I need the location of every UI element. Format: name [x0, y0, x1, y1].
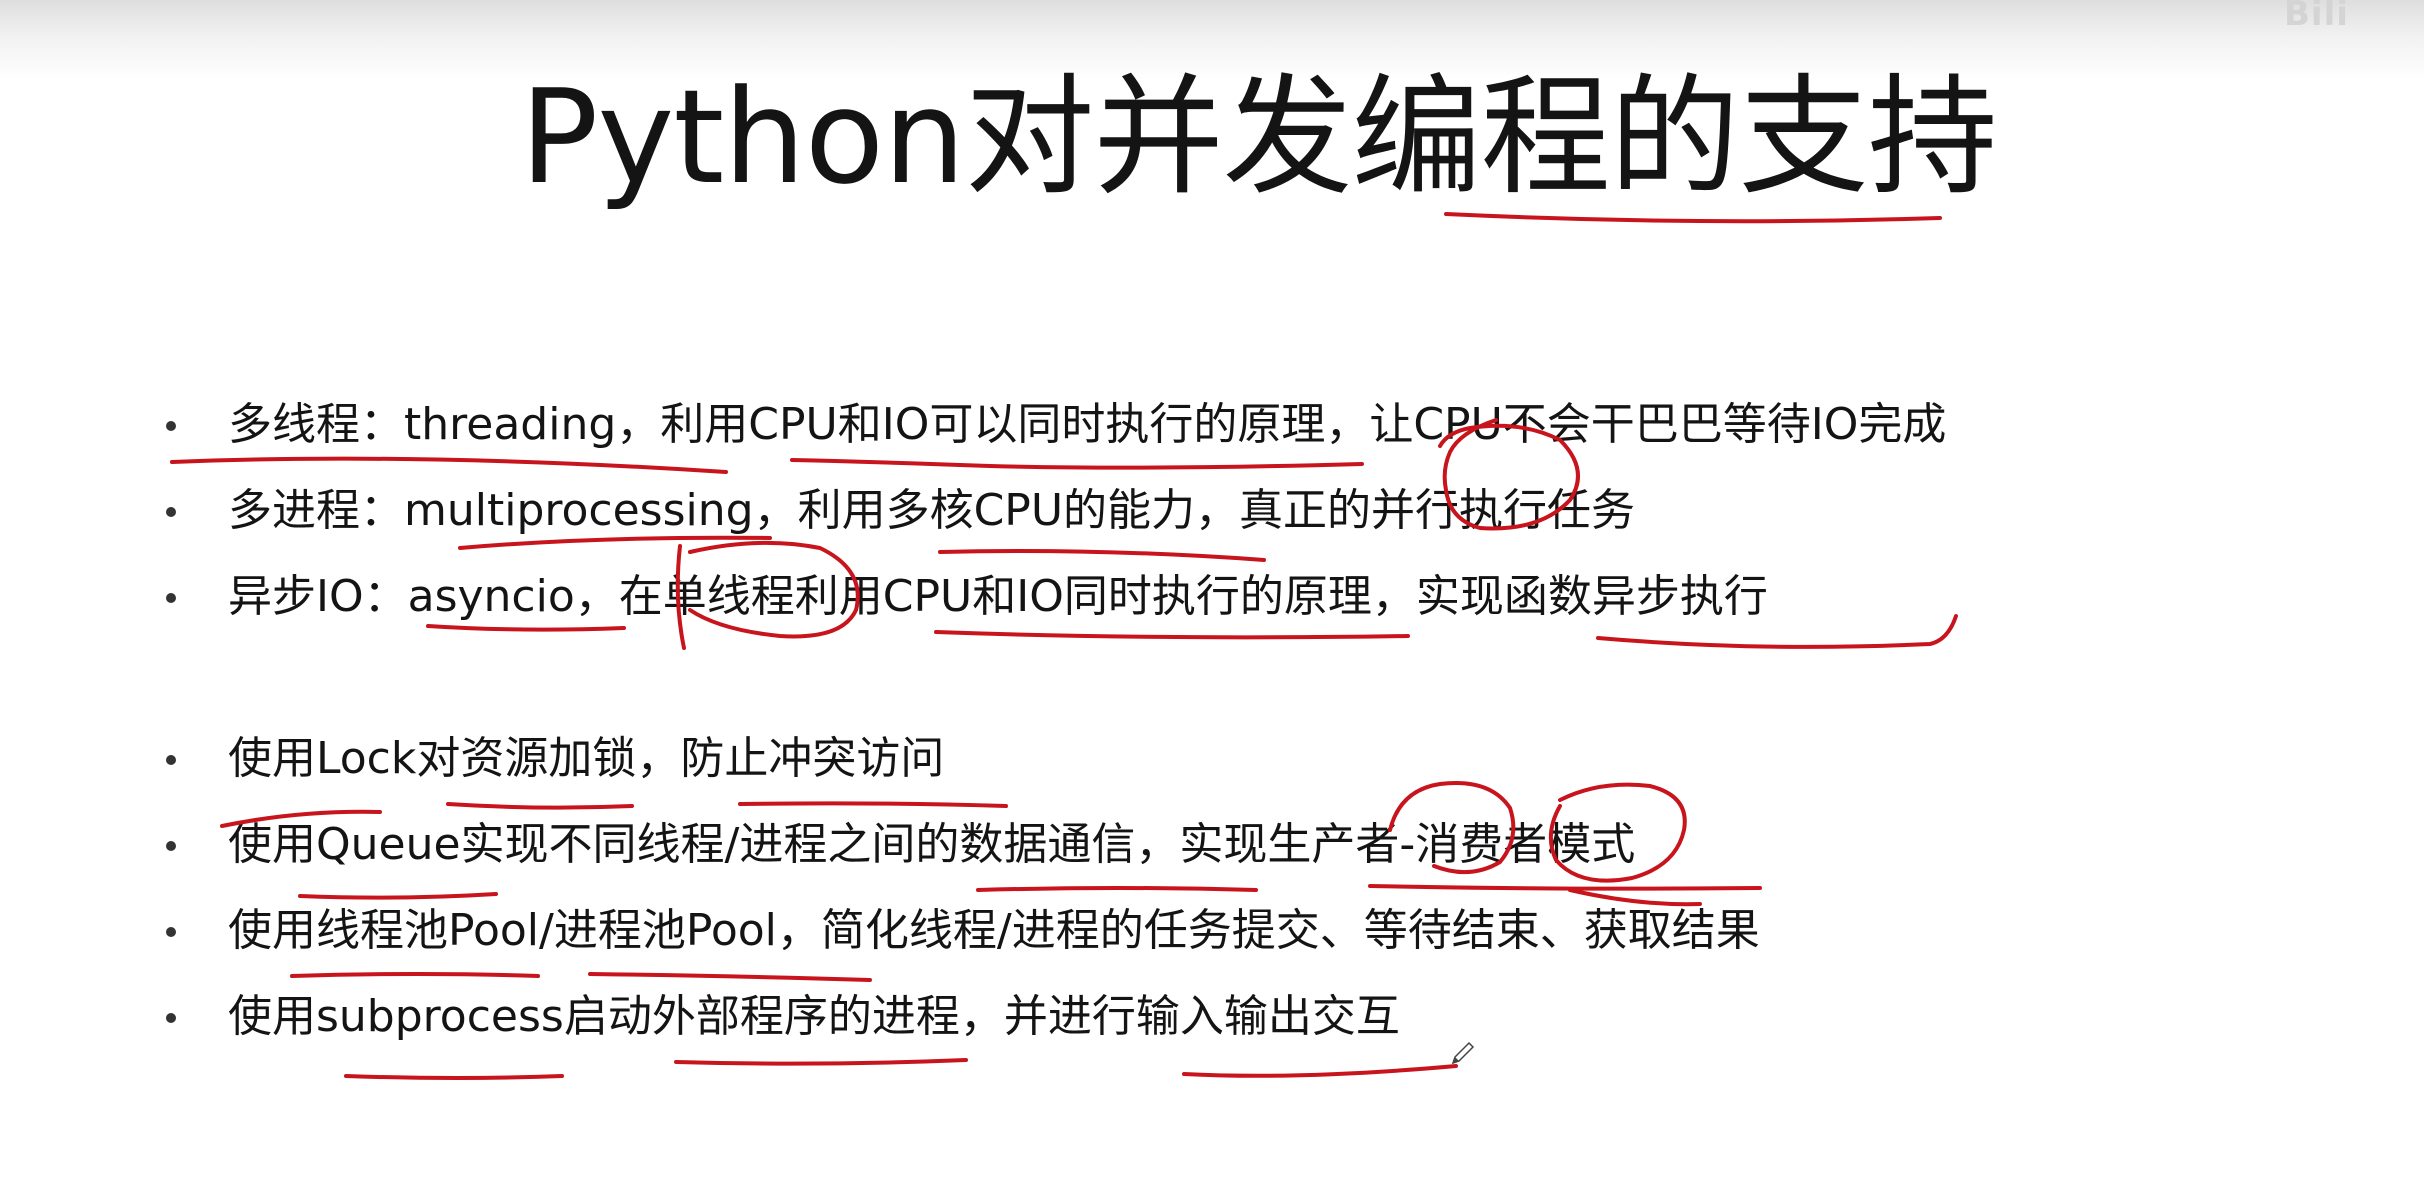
slide: Bili Python对并发编程的支持 多线程：threading，利用CPU和…: [0, 0, 2424, 1188]
bullet-item-asyncio: 异步IO：asyncio，在单线程利用CPU和IO同时执行的原理，实现函数异步执…: [166, 554, 2266, 640]
annotation-underline: [1444, 212, 1942, 224]
bullet-dot: [166, 755, 176, 765]
bullet-item-pool: 使用线程池Pool/进程池Pool，简化线程/进程的任务提交、等待结束、获取结果: [166, 888, 2266, 974]
cursor-pen-icon: [1451, 1041, 1475, 1065]
bullet-dot: [166, 421, 176, 431]
bullet-text: 使用subprocess启动外部程序的进程，并进行输入输出交互: [228, 991, 1400, 1042]
bullet-text: 多进程：multiprocessing，利用多核CPU的能力，真正的并行执行任务: [228, 485, 1636, 536]
bullet-dot: [166, 507, 176, 517]
annotation-underline: [344, 1074, 564, 1080]
bullet-text: 异步IO：asyncio，在单线程利用CPU和IO同时执行的原理，实现函数异步执…: [228, 571, 1768, 622]
bullet-dot: [166, 1013, 176, 1023]
slide-title: Python对并发编程的支持: [520, 61, 1998, 213]
bullet-text: 多线程：threading，利用CPU和IO可以同时执行的原理，让CPU不会干巴…: [228, 399, 1947, 450]
bullet-text: 使用Lock对资源加锁，防止冲突访问: [228, 733, 945, 784]
bullet-dot: [166, 927, 176, 937]
bullet-item-threading: 多线程：threading，利用CPU和IO可以同时执行的原理，让CPU不会干巴…: [166, 382, 2266, 468]
bullet-item-queue: 使用Queue实现不同线程/进程之间的数据通信，实现生产者-消费者模式: [166, 802, 2266, 888]
bullet-text: 使用Queue实现不同线程/进程之间的数据通信，实现生产者-消费者模式: [228, 819, 1636, 870]
annotation-underline: [1182, 1064, 1458, 1078]
bullet-dot: [166, 841, 176, 851]
annotation-underline: [674, 1058, 968, 1066]
watermark-logo: Bili: [2284, 0, 2349, 28]
bullet-item-subprocess: 使用subprocess启动外部程序的进程，并进行输入输出交互: [166, 974, 2266, 1060]
bullet-text: 使用线程池Pool/进程池Pool，简化线程/进程的任务提交、等待结束、获取结果: [228, 905, 1760, 956]
bullet-item-multiprocessing: 多进程：multiprocessing，利用多核CPU的能力，真正的并行执行任务: [166, 468, 2266, 554]
bullet-dot: [166, 593, 176, 603]
bullet-list: 多线程：threading，利用CPU和IO可以同时执行的原理，让CPU不会干巴…: [166, 382, 2266, 1060]
bullet-item-lock: 使用Lock对资源加锁，防止冲突访问: [166, 716, 2266, 802]
